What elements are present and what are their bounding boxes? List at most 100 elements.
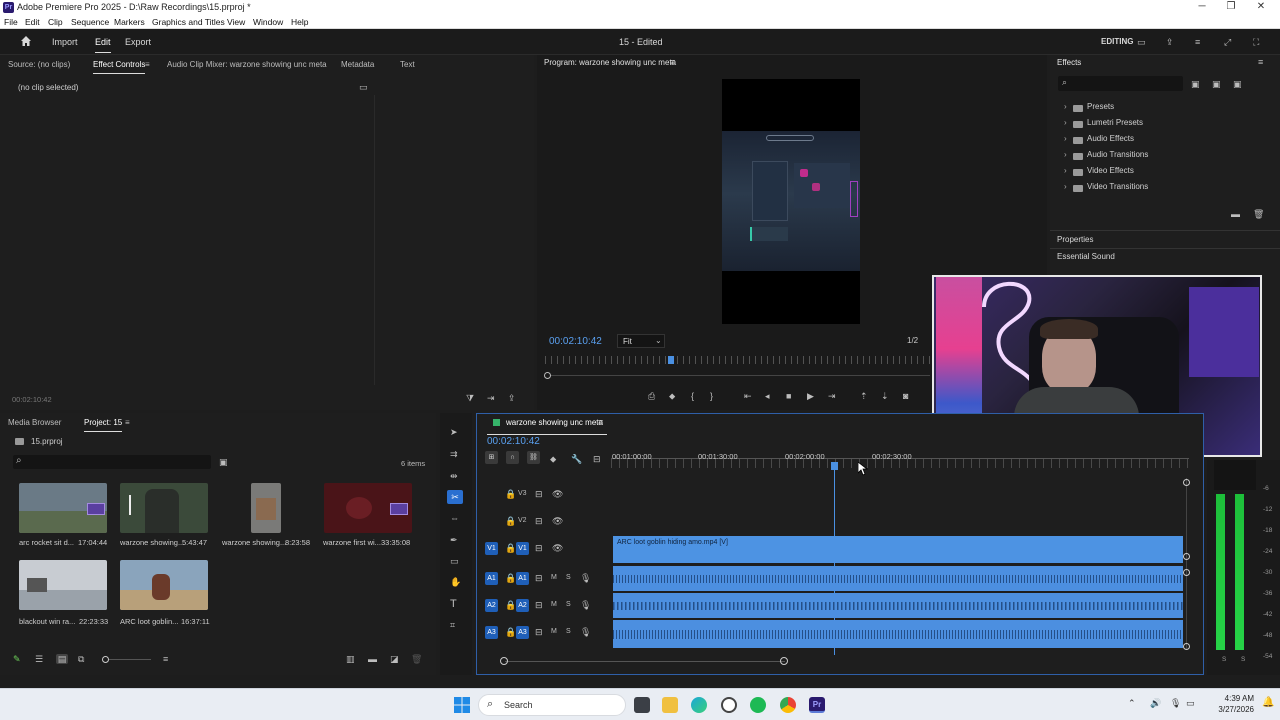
- track-label[interactable]: A1: [516, 572, 529, 585]
- microphone-icon[interactable]: 🎙: [580, 600, 591, 610]
- captions-icon[interactable]: ⊟: [593, 454, 601, 464]
- find-icon[interactable]: ▣: [219, 457, 228, 467]
- add-marker-icon[interactable]: ⬥: [550, 454, 556, 464]
- maximize-icon[interactable]: ❐: [1224, 1, 1238, 12]
- track-header-a2[interactable]: A2 🔒 A2 ⊟ M S 🎙: [485, 594, 611, 618]
- sync-lock-icon[interactable]: ⊟: [535, 627, 543, 637]
- source-patch-a2[interactable]: A2: [485, 599, 498, 612]
- menu-file[interactable]: File: [4, 17, 18, 27]
- obs-icon[interactable]: [721, 697, 737, 713]
- play-icon[interactable]: ▶: [807, 391, 814, 401]
- add-marker-icon[interactable]: ⬥: [669, 391, 675, 401]
- solo-icon[interactable]: S: [566, 600, 571, 610]
- program-timecode[interactable]: 00:02:10:42: [549, 336, 602, 347]
- speaker-icon[interactable]: 🔊: [1150, 698, 1161, 709]
- program-playhead[interactable]: [668, 356, 674, 364]
- solo-icon[interactable]: S: [566, 627, 571, 637]
- zoom-slider[interactable]: [109, 659, 151, 660]
- chrome-icon[interactable]: [780, 697, 796, 713]
- panel-splitter[interactable]: [374, 95, 375, 385]
- minimize-icon[interactable]: ─: [1195, 1, 1209, 12]
- clip-thumbnail[interactable]: [120, 560, 208, 610]
- track-header-v1[interactable]: V1 🔒 V1 ⊟ 👁: [485, 537, 611, 561]
- workspaces-icon[interactable]: ▭: [1137, 37, 1146, 47]
- audio-clip-a2[interactable]: [613, 593, 1183, 618]
- properties-panel-title[interactable]: Properties: [1057, 235, 1093, 244]
- taskbar-search[interactable]: ⌕ Search: [478, 694, 626, 716]
- audio-clip-a3[interactable]: [613, 620, 1183, 648]
- extract-icon[interactable]: ⇣: [881, 391, 889, 401]
- slip-tool-icon[interactable]: ⇔: [450, 513, 459, 523]
- video-clip[interactable]: ARC loot goblin hiding amo.mp4 [V]: [613, 536, 1183, 563]
- solo-right[interactable]: S: [1241, 656, 1245, 663]
- caption-tool-icon[interactable]: ⌗: [450, 620, 455, 630]
- project-menu-icon[interactable]: ≡: [125, 418, 130, 427]
- sync-lock-icon[interactable]: ⊟: [535, 543, 543, 553]
- fullscreen-icon[interactable]: ⛶: [1253, 37, 1259, 47]
- lock-icon[interactable]: 🔒: [505, 573, 516, 583]
- stop-icon[interactable]: ■: [786, 391, 791, 401]
- mark-out-icon[interactable]: }: [710, 391, 713, 401]
- menu-view[interactable]: View: [227, 17, 245, 27]
- clock-time[interactable]: 4:39 AM: [1210, 694, 1254, 703]
- lift-icon[interactable]: ⇡: [860, 391, 868, 401]
- program-zoom-bar[interactable]: [545, 375, 930, 376]
- pen-tool-icon[interactable]: ✒: [450, 535, 458, 545]
- step-back-icon[interactable]: ◂: [765, 391, 770, 401]
- pencil-icon[interactable]: ✎: [13, 654, 21, 664]
- sort-icon[interactable]: ≡: [163, 654, 168, 664]
- mute-icon[interactable]: M: [551, 573, 557, 583]
- eye-icon[interactable]: 👁: [552, 516, 563, 526]
- menu-sequence[interactable]: Sequence: [71, 17, 109, 27]
- eye-icon[interactable]: 👁: [552, 543, 563, 553]
- track-header-a1[interactable]: A1 🔒 A1 ⊟ M S 🎙: [485, 567, 611, 591]
- clip-thumbnail[interactable]: [251, 483, 281, 533]
- filter-icon[interactable]: ⧩: [466, 393, 474, 403]
- clock-date[interactable]: 3/27/2026: [1206, 705, 1254, 714]
- microphone-icon[interactable]: 🎙: [580, 573, 591, 583]
- share-icon[interactable]: ⇪: [1166, 37, 1174, 47]
- sync-lock-icon[interactable]: ⊟: [535, 489, 543, 499]
- tab-text[interactable]: Text: [400, 60, 415, 69]
- hand-tool-icon[interactable]: ✋: [450, 577, 461, 587]
- sync-lock-icon[interactable]: ⊟: [535, 516, 543, 526]
- scroll-handle-left[interactable]: [500, 657, 508, 665]
- sync-lock-icon[interactable]: ⊟: [535, 573, 543, 583]
- lock-icon[interactable]: 🔒: [505, 600, 516, 610]
- essential-sound-title[interactable]: Essential Sound: [1057, 252, 1115, 261]
- delete-icon[interactable]: 🗑: [1253, 209, 1264, 219]
- source-patch-a3[interactable]: A3: [485, 626, 498, 639]
- timeline-timecode[interactable]: 00:02:10:42: [487, 436, 540, 447]
- expand-icon[interactable]: ⤢: [1224, 37, 1231, 47]
- mute-icon[interactable]: M: [551, 600, 557, 610]
- new-item-icon[interactable]: ◪: [390, 654, 399, 664]
- clip-thumbnail[interactable]: [120, 483, 208, 533]
- delete-icon[interactable]: 🗑: [411, 654, 422, 664]
- timeline-playhead-head[interactable]: [831, 462, 838, 470]
- sequence-tab[interactable]: warzone showing unc meta: [506, 418, 603, 427]
- edge-icon[interactable]: [691, 697, 707, 713]
- 32bit-effects-icon[interactable]: ▣: [1212, 79, 1221, 89]
- windows-start-icon[interactable]: [454, 697, 470, 713]
- freeform-view-icon[interactable]: ⧉: [78, 654, 84, 664]
- timeline-view-icon[interactable]: ▭: [359, 82, 368, 92]
- export-frame-icon[interactable]: ⇪: [508, 393, 516, 403]
- premiere-taskbar-icon[interactable]: Pr: [809, 697, 825, 713]
- menu-markers[interactable]: Markers: [114, 17, 145, 27]
- clip-thumbnail[interactable]: [19, 483, 107, 533]
- menu-lines-icon[interactable]: ≡: [1195, 37, 1200, 47]
- chevron-up-icon[interactable]: ⌃: [1128, 698, 1136, 709]
- lock-icon[interactable]: 🔒: [505, 627, 516, 637]
- rectangle-tool-icon[interactable]: ▭: [450, 556, 459, 566]
- effects-search-input[interactable]: ⌕: [1058, 76, 1183, 91]
- mark-in-icon[interactable]: {: [691, 391, 694, 401]
- accelerated-effects-icon[interactable]: ▣: [1191, 79, 1200, 89]
- task-view-icon[interactable]: [634, 697, 650, 713]
- track-header-a3[interactable]: A3 🔒 A3 ⊟ M S 🎙: [485, 621, 611, 645]
- nest-icon[interactable]: ⊞: [485, 451, 498, 464]
- program-video-frame[interactable]: [722, 79, 860, 324]
- program-ruler[interactable]: [545, 356, 930, 364]
- audio-clip-a1[interactable]: [613, 566, 1183, 591]
- tab-effect-controls[interactable]: Effect Controls: [93, 60, 146, 74]
- play-only-icon[interactable]: ⇥: [487, 393, 495, 403]
